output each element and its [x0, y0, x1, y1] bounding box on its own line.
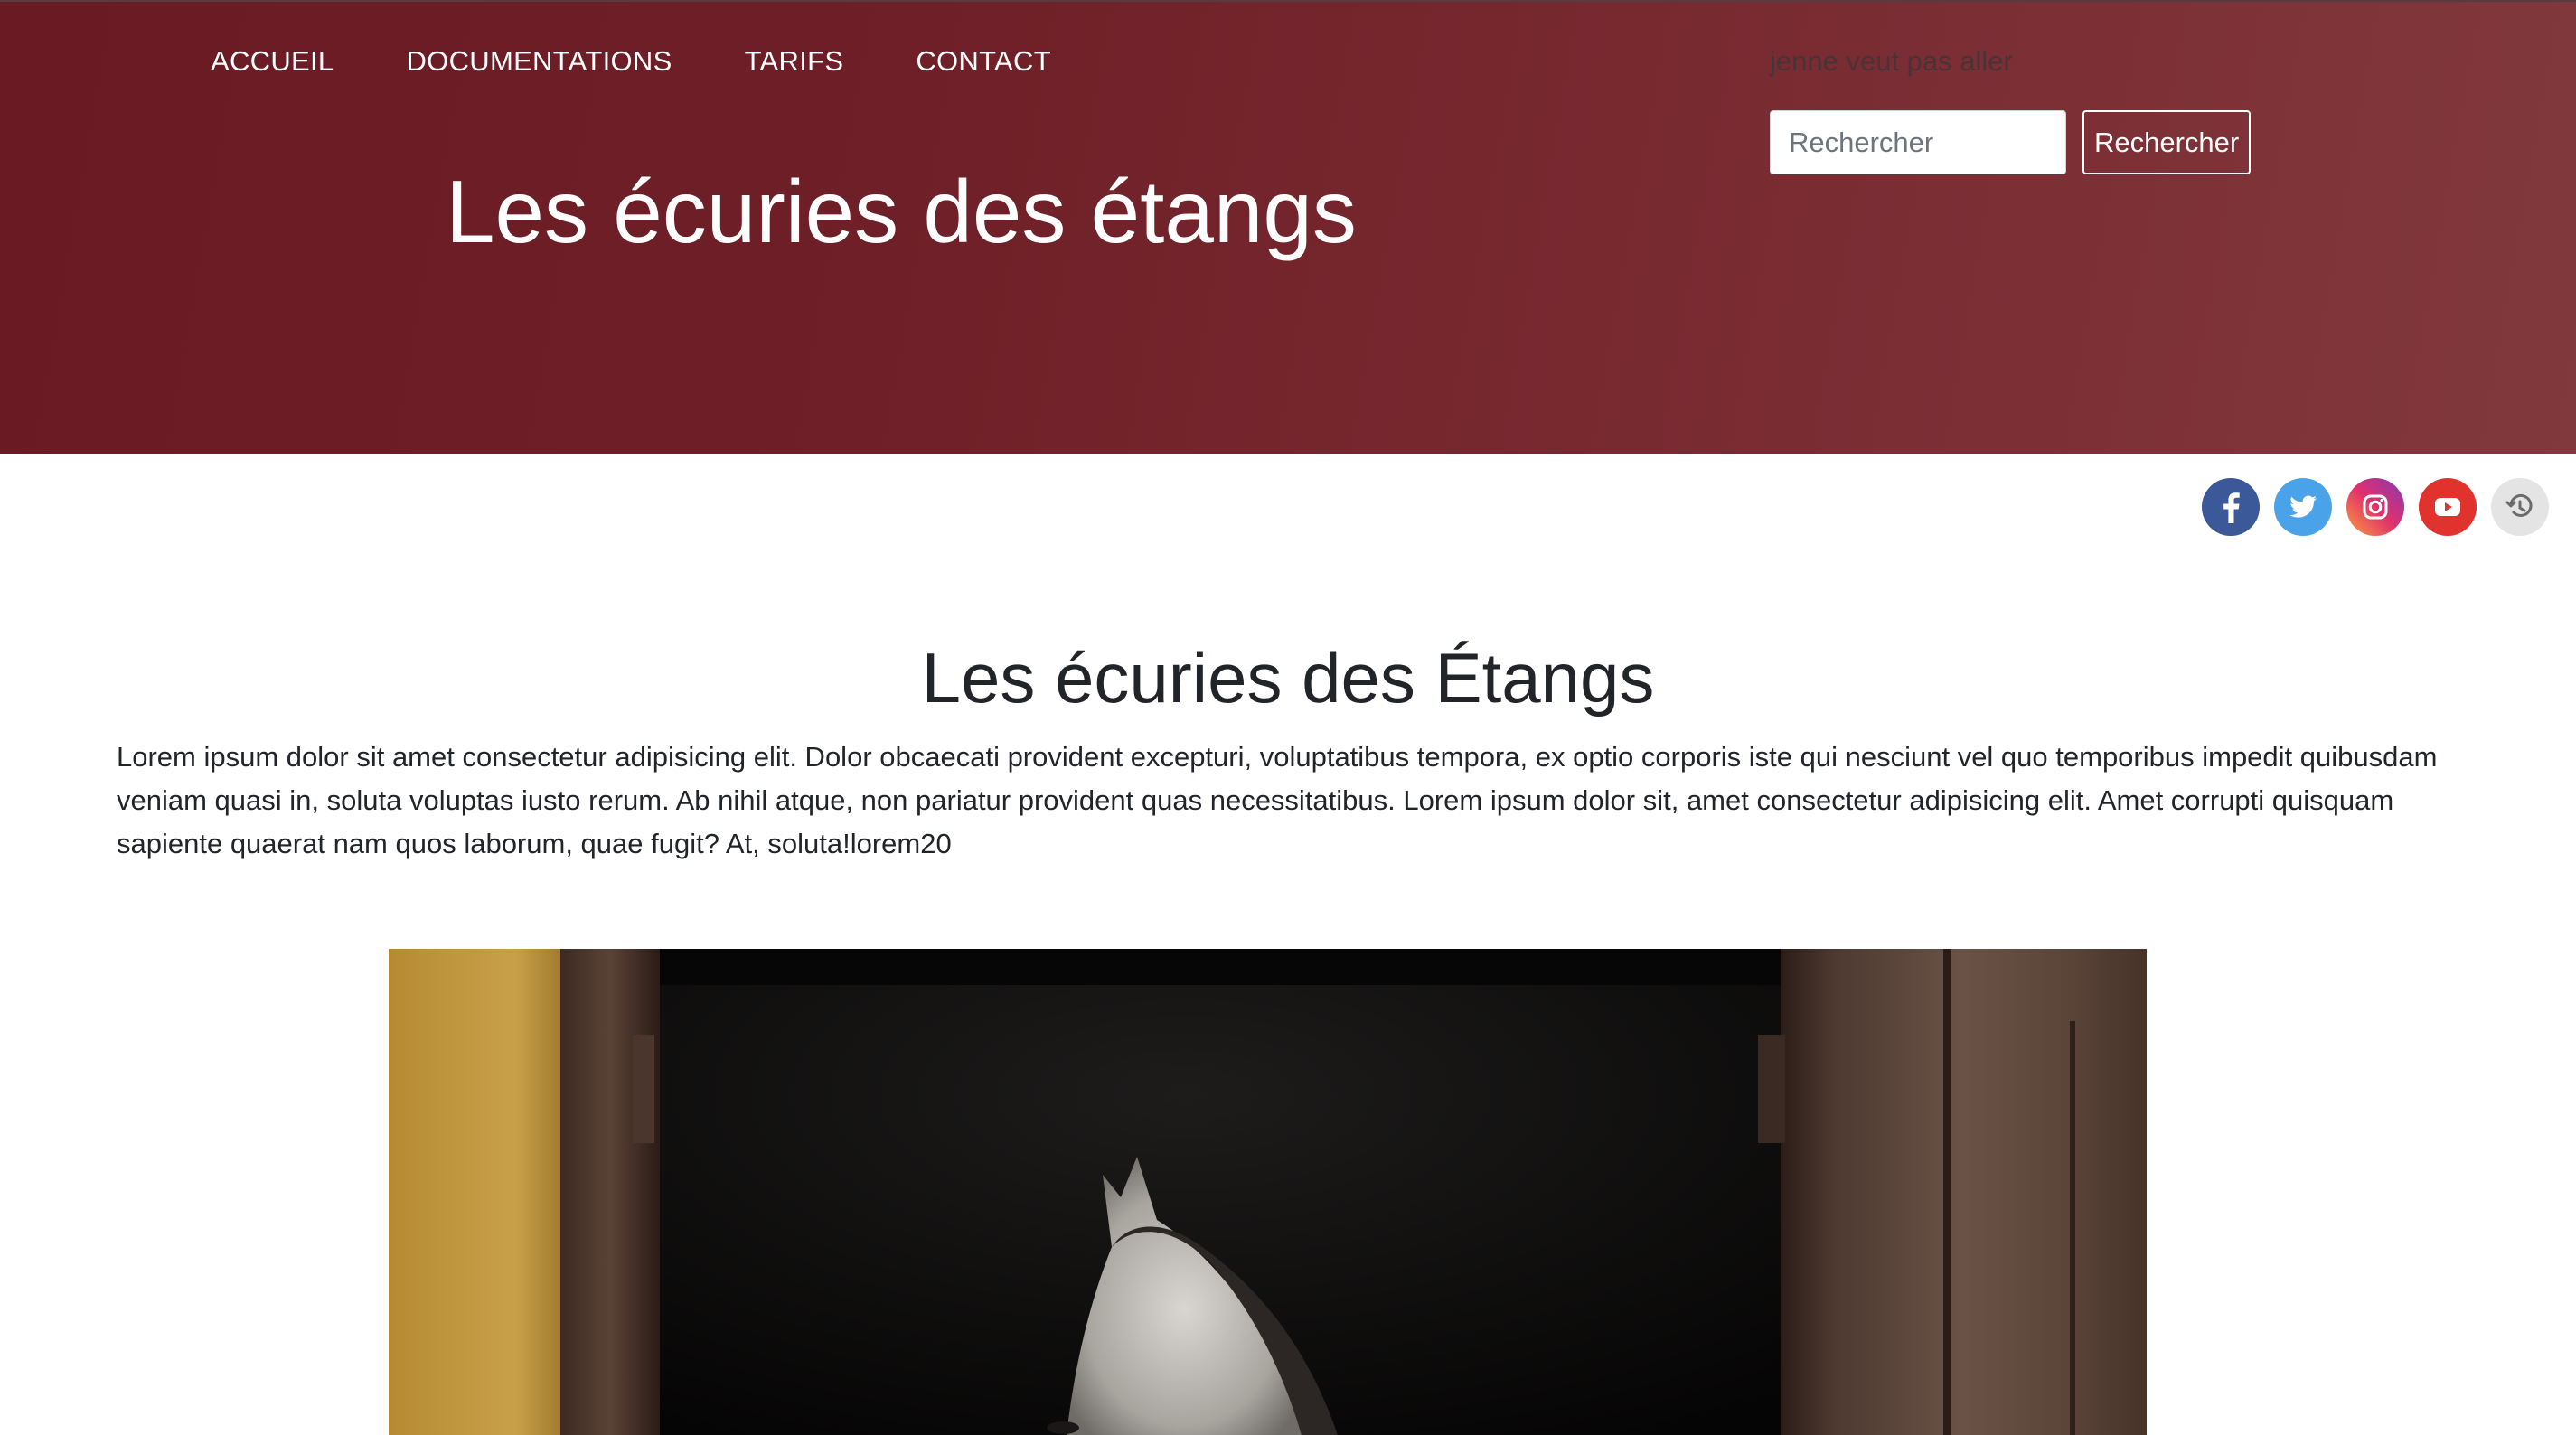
nav-item-contact[interactable]: CONTACT [916, 43, 1051, 80]
intro-paragraph: Lorem ipsum dolor sit amet consectetur a… [117, 741, 2438, 859]
nav-item-tarifs[interactable]: TARIFS [745, 43, 844, 80]
twitter-icon[interactable] [2274, 478, 2332, 536]
nav-item-documentations[interactable]: DOCUMENTATIONS [406, 43, 672, 80]
facebook-icon[interactable] [2202, 478, 2260, 536]
youtube-icon[interactable] [2419, 478, 2477, 536]
search-form: Rechercher [1770, 110, 2252, 174]
nav-item-accueil[interactable]: ACCUEIL [211, 43, 334, 80]
header-banner: ACCUEIL DOCUMENTATIONS TARIFS CONTACT Le… [0, 0, 2576, 454]
page-title: Les écuries des Étangs [921, 638, 1655, 718]
search-input[interactable] [1770, 110, 2066, 174]
search-button[interactable]: Rechercher [2082, 110, 2252, 174]
instagram-icon[interactable] [2346, 478, 2404, 536]
main-nav: ACCUEIL DOCUMENTATIONS TARIFS CONTACT [211, 43, 1051, 80]
social-links [2202, 478, 2549, 536]
header-tagline: jenne veut pas aller [1770, 45, 2013, 77]
site-title: Les écuries des étangs [446, 162, 1357, 261]
history-icon[interactable] [2491, 478, 2549, 536]
horse-photo [389, 949, 2147, 1435]
